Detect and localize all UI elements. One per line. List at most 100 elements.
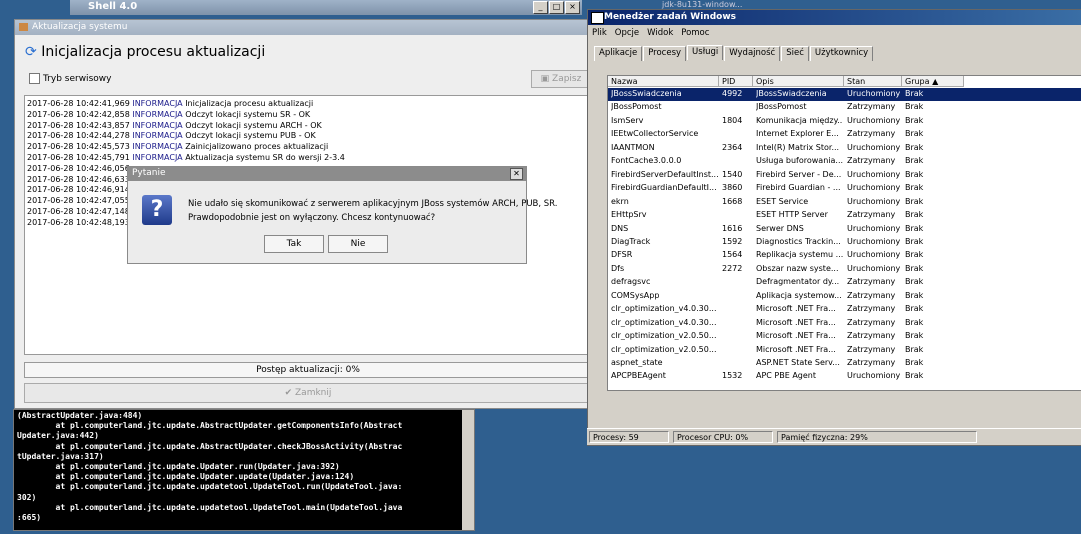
console-line: at pl.computerland.jtc.update.AbstractUp… — [17, 441, 403, 451]
table-row[interactable]: JBossSwiadczenia 4992 JBossSwiadczenia Uruc… — [608, 88, 1081, 101]
table-cell: Brak — [905, 290, 924, 300]
console-line: (AbstractUpdater.java:484) — [17, 411, 143, 420]
table-cell: 1668 — [722, 196, 743, 206]
console-window[interactable]: :665) at pl.computerland.jtc.update.upda… — [13, 409, 475, 531]
table-cell: Replikacja systemu ... — [756, 250, 843, 260]
question-dialog: Pytanie ✕ ? Nie udało się skomunikować z… — [127, 166, 557, 264]
tab[interactable]: Wydajność — [724, 46, 781, 61]
menu-item[interactable]: Opcje — [615, 28, 639, 38]
table-row[interactable]: IEEtwCollectorService Internet Explorer E… — [608, 128, 1081, 141]
table-cell: 1592 — [722, 236, 743, 246]
tab[interactable]: Aplikacje — [594, 46, 643, 61]
table-row[interactable]: IAANTMON 2364 Intel(R) Matrix Stor... Uruch… — [608, 142, 1081, 155]
log-line: 2017-06-28 10:42:46,914 — [27, 185, 130, 195]
save-button[interactable]: ▣ Zapisz — [531, 70, 591, 88]
shell-title: Shell 4.0 — [88, 1, 138, 12]
services-list[interactable]: Nazwa PID Opis Stan Grupa ▲ JBossSwiadczenia 4… — [607, 75, 1081, 391]
table-row[interactable]: COMSysApp Aplikacja systemow... Zatrzymany… — [608, 290, 1081, 303]
yes-button[interactable]: Tak — [264, 235, 324, 253]
table-row[interactable]: IsmServ 1804 Komunikacja między... Uruchomi… — [608, 115, 1081, 128]
table-cell: clr_optimization_v4.0.30... — [611, 317, 717, 327]
checkbox-icon[interactable] — [29, 73, 40, 84]
table-cell: Brak — [905, 317, 924, 327]
close-button[interactable]: × — [565, 1, 580, 14]
column-header[interactable]: Grupa ▲ — [902, 76, 964, 87]
table-cell: DNS — [611, 223, 629, 233]
table-row[interactable]: APCPBEAgent 1532 APC PBE Agent Uruchomiony B… — [608, 370, 1081, 383]
no-button[interactable]: Nie — [328, 235, 388, 253]
table-cell: Uruchomiony — [847, 169, 901, 179]
table-cell: 1564 — [722, 250, 743, 260]
table-row[interactable]: FirebirdServerDefaultInst... 1540 Firebird… — [608, 169, 1081, 182]
status-bar: Procesy: 59 Procesor CPU: 0% Pamięć fizy… — [587, 428, 1081, 445]
table-row[interactable]: clr_optimization_v2.0.50... Microsoft .NE… — [608, 344, 1081, 357]
table-cell: Brak — [905, 263, 924, 273]
console-scrollbar[interactable] — [462, 410, 474, 530]
table-cell: Defragmentator dy... — [756, 277, 840, 287]
table-row[interactable]: clr_optimization_v4.0.30... Microsoft .NE… — [608, 303, 1081, 316]
table-cell: Zatrzymany — [847, 210, 896, 220]
table-cell: 4992 — [722, 89, 743, 98]
table-row[interactable]: JBossPomost JBossPomost Zatrzymany Brak — [608, 101, 1081, 114]
tab[interactable]: Usługi — [687, 45, 724, 60]
close-update-button[interactable]: ✔ Zamknij — [24, 383, 592, 403]
table-cell: Brak — [905, 183, 924, 193]
table-row[interactable]: DNS 1616 Serwer DNS Uruchomiony Brak — [608, 223, 1081, 236]
status-cpu: Procesor CPU: 0% — [673, 431, 773, 443]
table-cell: Microsoft .NET Fra... — [756, 344, 836, 354]
column-header[interactable]: Opis — [753, 76, 844, 87]
table-cell: Usługa buforowania... — [756, 156, 843, 166]
table-row[interactable]: clr_optimization_v4.0.30... Microsoft .NE… — [608, 317, 1081, 330]
table-cell: Uruchomiony — [847, 250, 901, 260]
table-row[interactable]: aspnet_state ASP.NET State Serv... Zatrzym… — [608, 357, 1081, 370]
table-cell: Uruchomiony — [847, 115, 901, 125]
tab[interactable]: Sieć — [781, 46, 809, 61]
log-line: 2017-06-28 10:42:46,056 — [27, 163, 130, 173]
taskmgr-titlebar[interactable]: Menedżer zadań Windows — [588, 10, 1081, 25]
table-cell: Uruchomiony — [847, 236, 901, 246]
tab[interactable]: Procesy — [643, 46, 687, 61]
console-line: tUpdater.java:317) — [17, 451, 104, 461]
table-cell: Brak — [905, 236, 924, 246]
table-row[interactable]: Dfs 2272 Obszar nazw syste... Uruchomiony Br… — [608, 263, 1081, 276]
service-mode-checkbox[interactable]: Tryb serwisowy — [29, 73, 111, 84]
table-row[interactable]: FirebirdGuardianDefaultI... 3860 Firebird … — [608, 182, 1081, 195]
table-row[interactable]: FontCache3.0.0.0 Usługa buforowania... Zat… — [608, 155, 1081, 168]
taskbar-hint: jdk-8u131-window... — [662, 0, 743, 9]
column-header[interactable]: Nazwa — [608, 76, 719, 87]
app-icon — [19, 23, 28, 31]
table-row[interactable]: DiagTrack 1592 Diagnostics Trackin... Uruch… — [608, 236, 1081, 249]
table-cell: Komunikacja między... — [756, 115, 843, 125]
table-cell: 1616 — [722, 223, 743, 233]
table-cell: COMSysApp — [611, 290, 660, 300]
log-line: 2017-06-28 10:42:48,193 — [27, 217, 130, 227]
menu-item[interactable]: Plik — [592, 28, 607, 38]
update-titlebar[interactable]: Aktualizacja systemu — [15, 20, 591, 35]
table-row[interactable]: ekrn 1668 ESET Service Uruchomiony Brak — [608, 196, 1081, 209]
tab[interactable]: Użytkownicy — [809, 46, 874, 61]
menu-item[interactable]: Widok — [647, 28, 673, 38]
table-row[interactable]: defragsvc Defragmentator dy... Zatrzymany B… — [608, 276, 1081, 289]
table-cell: IsmServ — [611, 115, 644, 125]
shell-titlebar[interactable]: Shell 4.0 _ □ × — [70, 0, 582, 15]
table-row[interactable]: EHttpSrv ESET HTTP Server Zatrzymany Brak — [608, 209, 1081, 222]
table-cell: IAANTMON — [611, 142, 655, 152]
table-cell: 1532 — [722, 371, 743, 381]
column-header[interactable]: PID — [719, 76, 753, 87]
table-cell: Brak — [905, 156, 924, 166]
table-cell: 1540 — [722, 169, 743, 179]
menu-item[interactable]: Pomoc — [681, 28, 709, 38]
table-cell: Zatrzymany — [847, 317, 896, 327]
table-cell: Brak — [905, 210, 924, 220]
minimize-button[interactable]: _ — [533, 1, 548, 14]
table-cell: Serwer DNS — [756, 223, 804, 233]
dialog-titlebar[interactable]: Pytanie ✕ — [128, 167, 526, 181]
maximize-button[interactable]: □ — [549, 1, 564, 14]
column-header[interactable]: Stan — [844, 76, 902, 87]
table-cell: Brak — [905, 250, 924, 260]
table-row[interactable]: clr_optimization_v2.0.50... Microsoft .NE… — [608, 330, 1081, 343]
table-row[interactable]: DFSR 1564 Replikacja systemu ... Uruchomion… — [608, 249, 1081, 262]
dialog-close-button[interactable]: ✕ — [510, 168, 523, 180]
table-cell: Zatrzymany — [847, 156, 896, 166]
table-cell: Dfs — [611, 263, 625, 273]
